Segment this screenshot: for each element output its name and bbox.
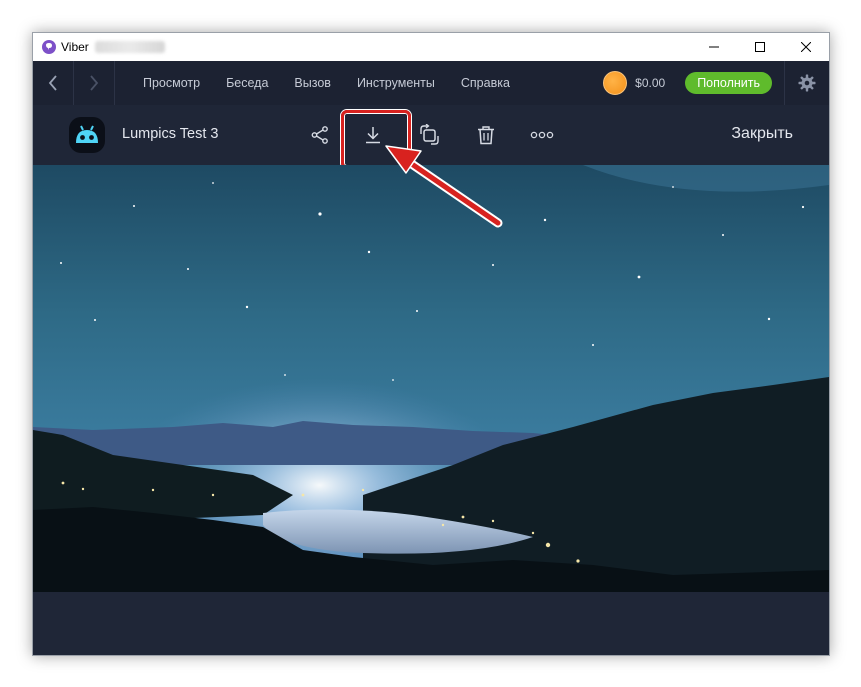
- download-button[interactable]: [358, 120, 388, 150]
- minimize-button[interactable]: [691, 33, 737, 61]
- settings-button[interactable]: [784, 61, 829, 105]
- gear-icon: [798, 74, 816, 92]
- top-up-button[interactable]: Пополнить: [685, 72, 772, 94]
- account-group: $0.00 Пополнить: [603, 61, 829, 105]
- menu-item-conversation[interactable]: Беседа: [226, 76, 268, 90]
- maximize-button[interactable]: [737, 33, 783, 61]
- maximize-icon: [755, 42, 765, 52]
- rotate-icon: [420, 124, 439, 145]
- menu-item-help[interactable]: Справка: [461, 76, 510, 90]
- viber-logo-icon: [42, 40, 56, 54]
- share-icon: [311, 126, 328, 144]
- trash-icon: [478, 126, 494, 145]
- chevron-left-icon: [48, 75, 57, 91]
- window-controls: [691, 33, 829, 61]
- app-title: Viber: [61, 40, 89, 54]
- menu-bar: Просмотр Беседа Вызов Инструменты Справк…: [33, 61, 829, 106]
- close-window-button[interactable]: [783, 33, 829, 61]
- title-bar: Viber: [33, 33, 829, 61]
- photo-viewer-toolbar: Lumpics Test 3 Закрыть: [33, 105, 829, 169]
- download-icon: [366, 127, 380, 144]
- close-viewer-button[interactable]: Закрыть: [731, 125, 793, 143]
- forward-button[interactable]: [74, 61, 115, 105]
- menu-item-tools[interactable]: Инструменты: [357, 76, 435, 90]
- menu-item-view[interactable]: Просмотр: [143, 76, 200, 90]
- main-menu: Просмотр Беседа Вызов Инструменты Справк…: [143, 76, 536, 90]
- share-button[interactable]: [305, 120, 335, 150]
- more-icon: [530, 131, 554, 139]
- rotate-button[interactable]: [414, 120, 444, 150]
- blurred-account-name: [94, 41, 165, 53]
- delete-button[interactable]: [471, 120, 501, 150]
- viber-window: Viber Просмотр Беседа Вызов Инструменты: [32, 32, 830, 656]
- photo-image: [33, 165, 829, 592]
- viber-out-balance-icon[interactable]: [603, 71, 628, 95]
- back-button[interactable]: [33, 61, 74, 105]
- robot-avatar-icon: [76, 125, 98, 143]
- contact-avatar: [69, 117, 105, 153]
- balance-amount: $0.00: [635, 76, 666, 90]
- minimize-icon: [709, 46, 719, 48]
- night-sky-photo: [33, 165, 829, 592]
- chevron-right-icon: [90, 75, 99, 91]
- more-button[interactable]: [527, 120, 557, 150]
- menu-item-call[interactable]: Вызов: [294, 76, 331, 90]
- viewer-bottom-area: [33, 592, 829, 655]
- close-icon: [801, 42, 811, 52]
- contact-name: Lumpics Test 3: [122, 126, 219, 142]
